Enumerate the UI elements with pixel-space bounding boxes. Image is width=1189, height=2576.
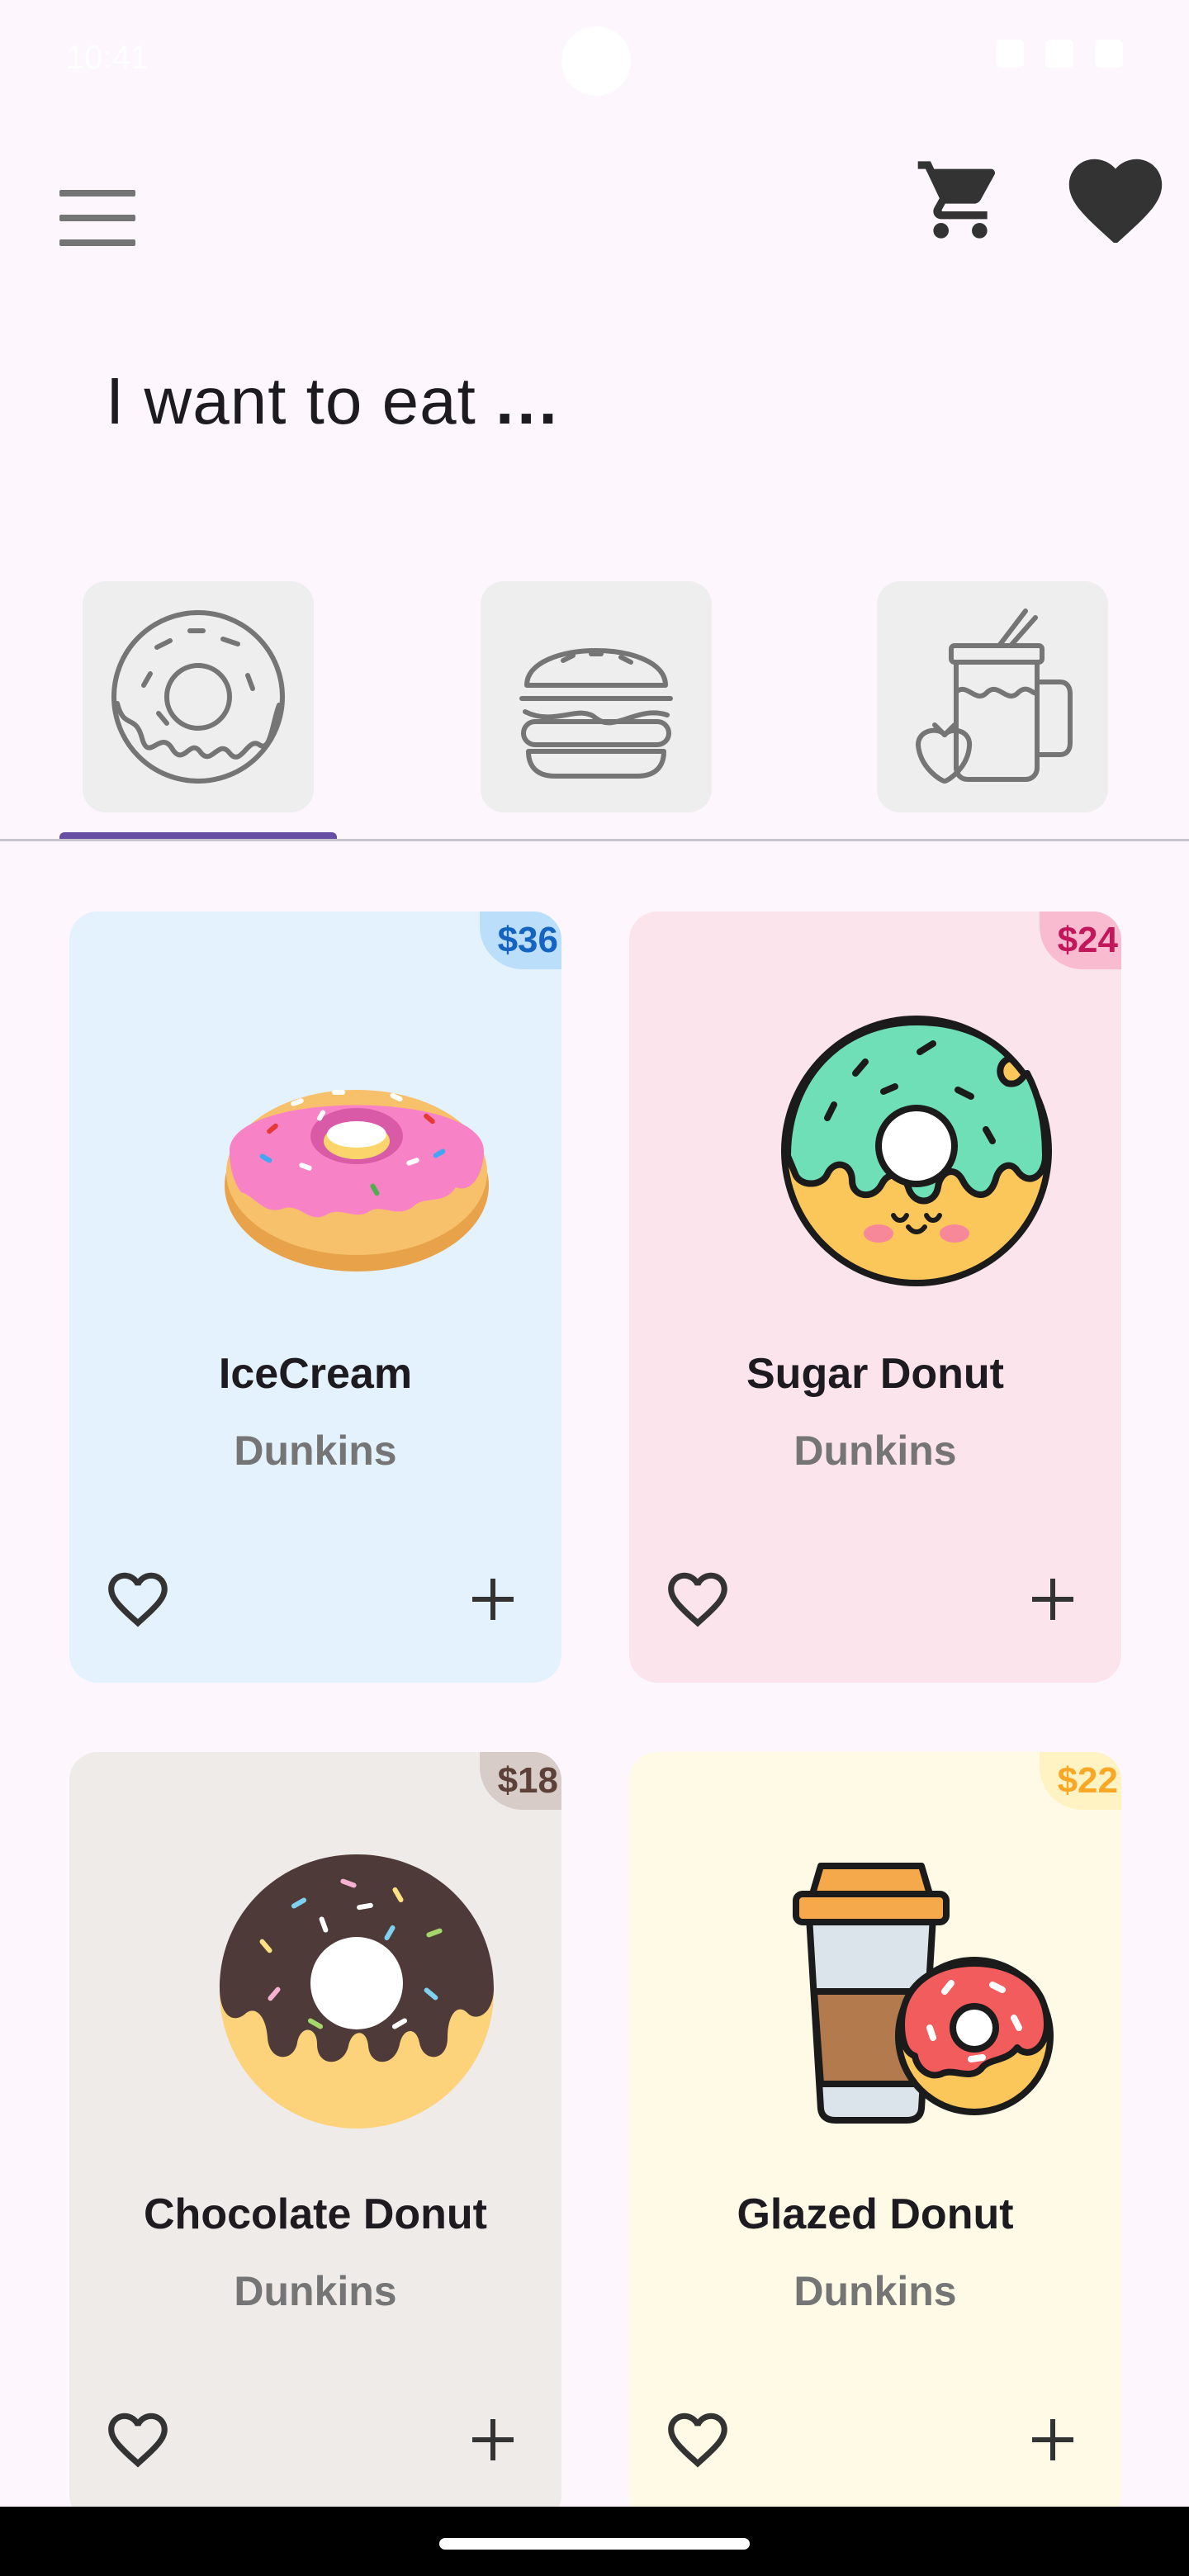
heart-filled-icon xyxy=(1068,159,1163,244)
product-name: Sugar Donut xyxy=(746,1350,1004,1398)
shopping-cart-icon xyxy=(917,161,996,239)
chocolate-donut-icon xyxy=(220,1854,494,2129)
add-to-cart-button[interactable] xyxy=(1017,2404,1088,2475)
product-name: IceCream xyxy=(218,1350,413,1398)
coffee-donut-icon xyxy=(793,1863,1054,2124)
favorite-button[interactable] xyxy=(102,2404,173,2475)
product-name: Chocolate Donut xyxy=(144,2190,487,2238)
wifi-icon xyxy=(996,40,1024,68)
product-card[interactable]: $36 IceCream Dunkins xyxy=(69,912,561,1683)
smoothie-icon xyxy=(916,608,1073,784)
price-badge: $24 xyxy=(1039,912,1121,969)
plus-icon xyxy=(1032,1579,1073,1620)
product-card[interactable]: $24 Sugar Donut Dunkins xyxy=(629,912,1121,1683)
product-brand: Dunkins xyxy=(234,1428,397,1474)
price-badge: $36 xyxy=(479,912,561,969)
page-headline: I want to eat ... xyxy=(106,363,561,439)
product-card[interactable]: $22 Glazed Donut Dunkins xyxy=(629,1752,1121,2523)
heart-outline-icon xyxy=(668,2413,727,2468)
battery-icon xyxy=(1095,40,1123,68)
headline-text: I want to eat xyxy=(106,364,476,438)
system-icons xyxy=(996,40,1123,68)
price-badge: $18 xyxy=(479,1752,561,1810)
product-name: Glazed Donut xyxy=(737,2190,1014,2238)
favorites-button[interactable] xyxy=(1067,157,1164,244)
tab-burgers[interactable] xyxy=(481,581,712,812)
plus-icon xyxy=(1032,2419,1073,2460)
favorite-button[interactable] xyxy=(662,2404,733,2475)
plus-icon xyxy=(472,1579,514,1620)
product-brand: Dunkins xyxy=(234,2268,397,2314)
favorite-button[interactable] xyxy=(662,1564,733,1635)
heart-outline-icon xyxy=(668,1572,727,1627)
status-time: 10:41 xyxy=(66,40,149,76)
heart-outline-icon xyxy=(108,2413,168,2468)
camera-cutout xyxy=(561,26,631,96)
home-gesture-handle[interactable] xyxy=(439,2538,750,2550)
tab-divider xyxy=(0,839,1189,841)
donut-icon xyxy=(111,610,285,784)
cart-button[interactable] xyxy=(912,154,1009,246)
tab-smoothies[interactable] xyxy=(877,581,1108,812)
headline-dots: ... xyxy=(495,364,561,438)
heart-outline-icon xyxy=(108,1572,168,1627)
favorite-button[interactable] xyxy=(102,1564,173,1635)
status-bar: 10:41 xyxy=(0,0,1189,124)
mint-donut-icon xyxy=(781,1016,1052,1286)
signal-icon xyxy=(1045,40,1073,68)
add-to-cart-button[interactable] xyxy=(457,1564,528,1635)
menu-button[interactable] xyxy=(56,187,142,249)
product-brand: Dunkins xyxy=(793,2268,957,2314)
add-to-cart-button[interactable] xyxy=(1017,1564,1088,1635)
hamburger-menu-icon xyxy=(59,190,135,246)
burger-icon xyxy=(519,648,673,779)
tab-donuts[interactable] xyxy=(83,581,314,812)
product-brand: Dunkins xyxy=(793,1428,957,1474)
pink-donut-icon xyxy=(225,1090,489,1271)
plus-icon xyxy=(472,2419,514,2460)
price-badge: $22 xyxy=(1039,1752,1121,1810)
product-card[interactable]: $18 Chocolate Donut Dunkins xyxy=(69,1752,561,2523)
add-to-cart-button[interactable] xyxy=(457,2404,528,2475)
